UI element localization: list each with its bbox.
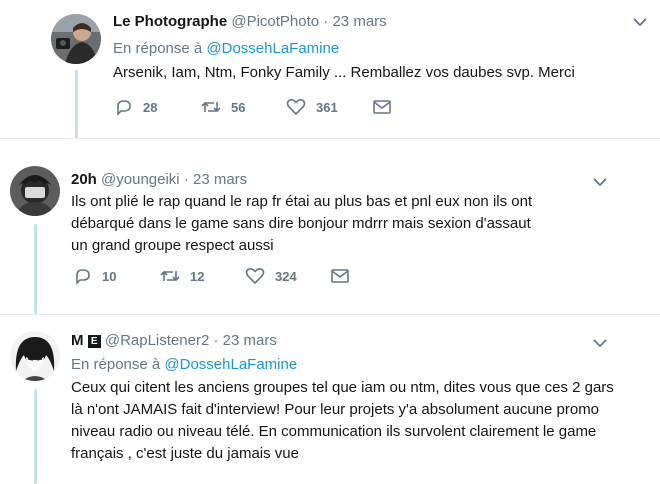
message-icon	[373, 100, 391, 114]
reply-context: En réponse à @DossehLaFamine	[71, 356, 297, 374]
thread-line	[75, 70, 78, 138]
reply-count: 10	[102, 268, 117, 284]
reply-context: En réponse à @DossehLaFamine	[113, 40, 339, 58]
tweet[interactable]: 20h @youngeiki · 23 mars Ils ont plié le…	[0, 139, 660, 314]
retweet-icon	[160, 270, 180, 282]
thread-line	[34, 389, 37, 484]
username[interactable]: @PicotPhoto	[231, 13, 319, 30]
tweet-text: Ils ont plié le rap quand le rap fr étai…	[71, 193, 533, 254]
like-icon	[286, 99, 306, 116]
direct-message-button[interactable]	[330, 267, 350, 285]
name-badge: E	[87, 335, 101, 348]
tweet-actions: 10 12 324	[74, 267, 374, 287]
reply-prefix: En réponse à	[113, 40, 207, 57]
retweet-count: 12	[190, 268, 205, 284]
chevron-down-icon[interactable]	[592, 176, 608, 188]
like-icon	[245, 268, 265, 285]
tweet[interactable]: M E @RapListener2 · 23 mars En réponse à…	[0, 315, 660, 484]
avatar[interactable]	[10, 166, 60, 216]
timestamp[interactable]: 23 mars	[332, 13, 386, 30]
timestamp[interactable]: 23 mars	[223, 332, 277, 349]
separator-dot: ·	[183, 171, 189, 188]
chevron-down-icon[interactable]	[632, 16, 648, 28]
tweet[interactable]: Le Photographe @PicotPhoto · 23 mars En …	[0, 0, 660, 138]
display-name[interactable]: 20h	[71, 171, 97, 188]
reply-button[interactable]: 28	[115, 98, 157, 116]
tweet-header: Le Photographe @PicotPhoto · 23 mars	[113, 13, 387, 31]
message-icon	[331, 269, 349, 283]
avatar[interactable]	[10, 331, 60, 381]
direct-message-button[interactable]	[372, 98, 392, 116]
separator-dot: ·	[213, 332, 219, 349]
thread-line	[34, 224, 37, 314]
separator-dot: ·	[323, 13, 329, 30]
display-name[interactable]: M	[71, 332, 84, 349]
display-name[interactable]: Le Photographe	[113, 13, 227, 30]
reply-count: 28	[143, 99, 158, 115]
chevron-down-icon[interactable]	[592, 337, 608, 349]
tweet-text: Ceux qui citent les anciens groupes tel …	[71, 379, 614, 462]
reply-icon	[117, 100, 131, 116]
like-button[interactable]: 361	[286, 98, 338, 116]
tweet-header: 20h @youngeiki · 23 mars	[71, 171, 247, 189]
tweet-text: Arsenik, Iam, Ntm, Fonky Family ... Remb…	[113, 64, 575, 81]
tweet-actions: 28 56 361	[115, 98, 415, 118]
reply-mention-link[interactable]: @DossehLaFamine	[164, 356, 297, 373]
retweet-button[interactable]: 56	[201, 98, 245, 116]
avatar[interactable]	[51, 14, 101, 64]
retweet-button[interactable]: 12	[160, 267, 204, 285]
reply-button[interactable]: 10	[74, 267, 116, 285]
tweet-header: M E @RapListener2 · 23 mars	[71, 332, 277, 350]
retweet-count: 56	[231, 99, 246, 115]
reply-prefix: En réponse à	[71, 356, 165, 373]
username[interactable]: @RapListener2	[105, 332, 209, 349]
like-count: 324	[275, 268, 297, 284]
username[interactable]: @youngeiki	[101, 171, 180, 188]
like-count: 361	[316, 99, 338, 115]
retweet-icon	[201, 101, 221, 113]
like-button[interactable]: 324	[245, 267, 297, 285]
timestamp[interactable]: 23 mars	[193, 171, 247, 188]
reply-icon	[76, 269, 90, 285]
reply-mention-link[interactable]: @DossehLaFamine	[206, 40, 339, 57]
